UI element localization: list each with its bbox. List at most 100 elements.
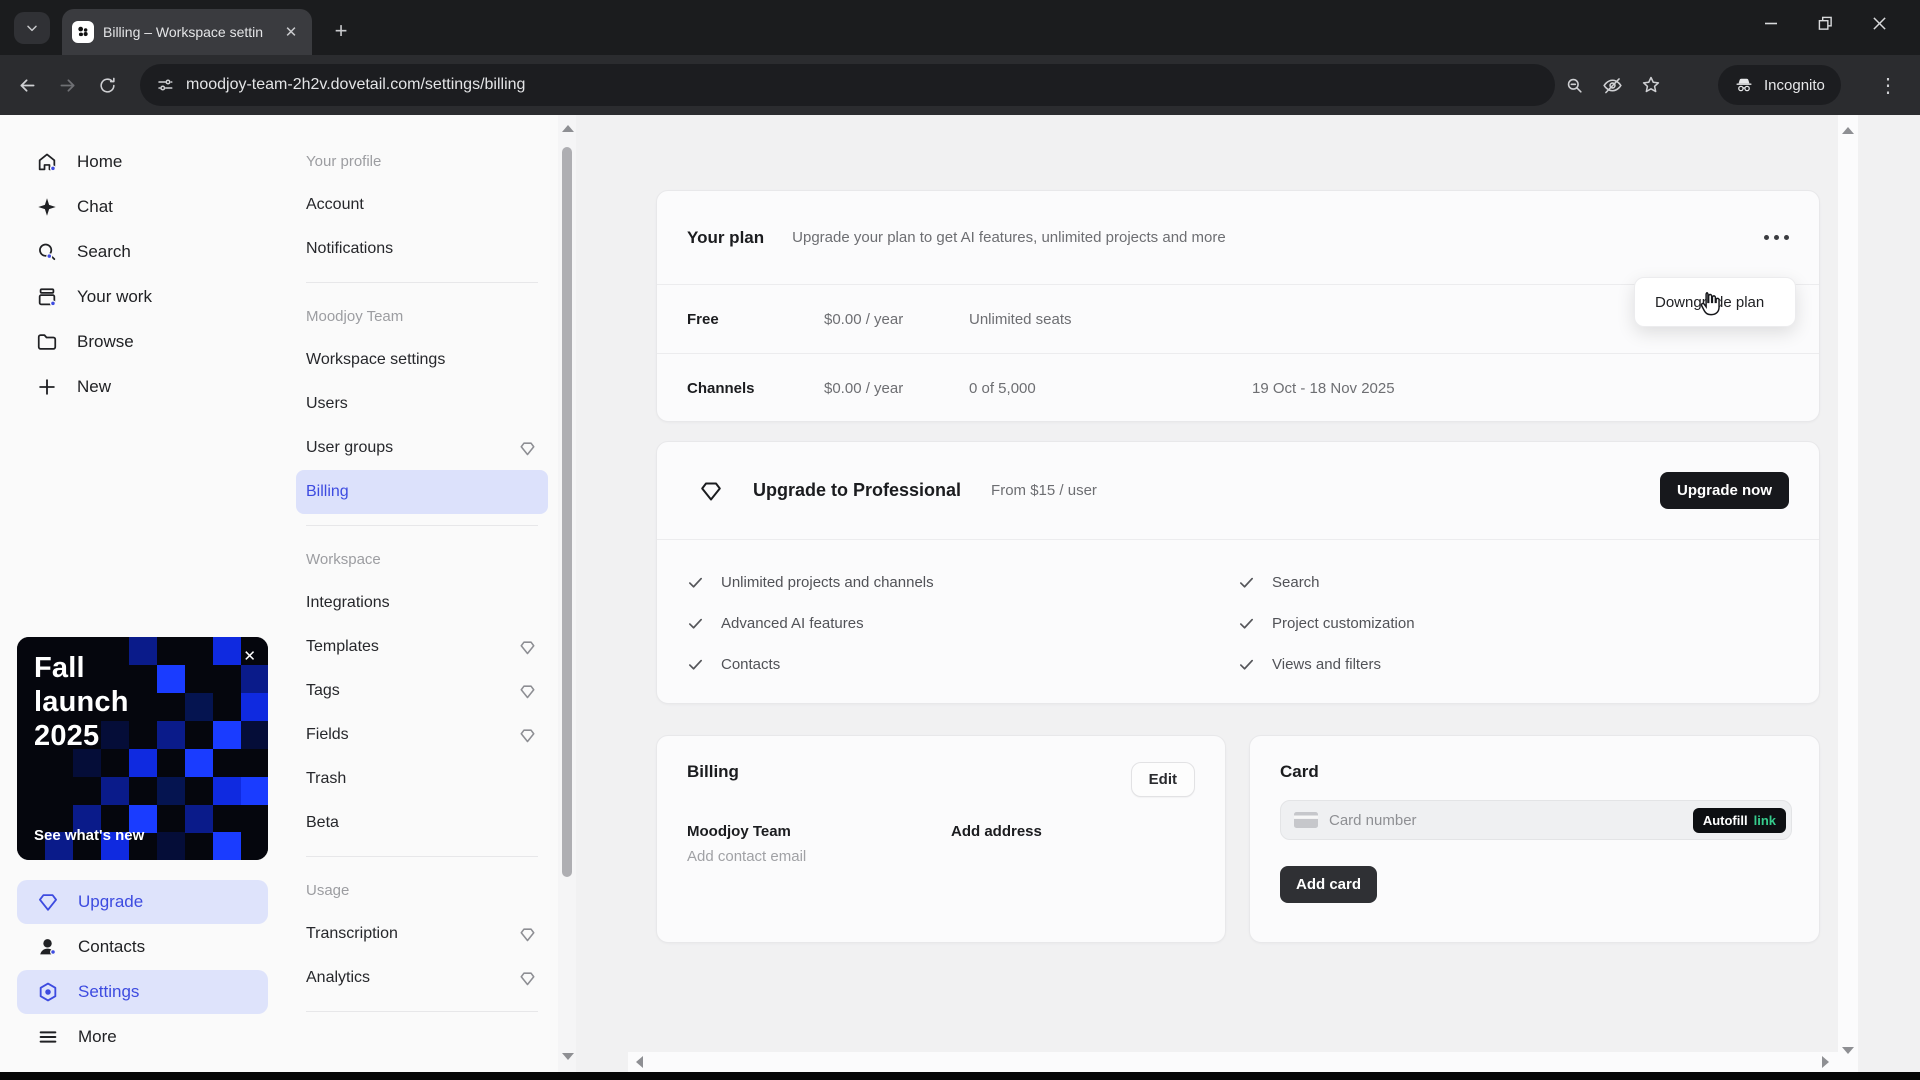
nav-item-billing[interactable]: Billing xyxy=(296,470,548,514)
bookmark-star-icon[interactable] xyxy=(1641,75,1661,95)
sidebar-item-label: Settings xyxy=(78,982,140,1001)
premium-gem-icon xyxy=(520,728,535,742)
add-card-button[interactable]: Add card xyxy=(1280,866,1378,903)
promo-link[interactable]: See what's new xyxy=(34,827,144,844)
billing-title: Billing xyxy=(687,762,739,781)
billing-team-name: Moodjoy Team xyxy=(687,823,791,840)
sidebar-item-search[interactable]: Search xyxy=(0,229,288,274)
reload-button[interactable] xyxy=(90,68,124,102)
window-close-button[interactable] xyxy=(1866,10,1892,36)
nav-item-templates[interactable]: Templates xyxy=(296,625,548,669)
back-arrow-icon xyxy=(20,78,34,92)
check-icon xyxy=(1239,618,1254,629)
zoom-icon[interactable] xyxy=(1565,76,1584,95)
card-number-input[interactable] xyxy=(1329,811,1693,829)
promo-title: Fall launch 2025 xyxy=(34,652,129,753)
nav-item-beta[interactable]: Beta xyxy=(296,801,548,845)
nav-scrollbar-thumb[interactable] xyxy=(562,147,572,877)
scroll-up-icon[interactable] xyxy=(562,125,574,132)
sparkle-icon xyxy=(38,197,56,216)
tab-search-button[interactable] xyxy=(14,12,50,44)
nav-scrollbar[interactable] xyxy=(558,115,576,1072)
browser-tab[interactable]: Billing – Workspace settings – D ✕ xyxy=(62,9,312,55)
payment-card: Card Autofill link Add card xyxy=(1249,735,1820,943)
nav-header-your-profile: Your profile xyxy=(306,152,382,170)
feature-item: Unlimited projects and channels xyxy=(687,562,1238,603)
credit-card-icon xyxy=(1294,812,1318,828)
card-number-field[interactable]: Autofill link xyxy=(1280,800,1792,840)
nav-item-notifications[interactable]: Notifications xyxy=(296,227,548,271)
sidebar-item-browse[interactable]: Browse xyxy=(0,319,288,364)
add-contact-email-link[interactable]: Add contact email xyxy=(687,848,1195,865)
scroll-right-icon[interactable] xyxy=(1822,1056,1829,1068)
add-address-link[interactable]: Add address xyxy=(951,823,1042,840)
sidebar-item-settings[interactable]: Settings xyxy=(17,970,268,1014)
nav-item-user-groups[interactable]: User groups xyxy=(296,426,548,470)
new-tab-button[interactable]: + xyxy=(326,16,356,46)
check-icon xyxy=(1239,577,1254,588)
sidebar-item-home[interactable]: Home xyxy=(0,139,288,184)
nav-item-integrations[interactable]: Integrations xyxy=(296,581,548,625)
premium-gem-icon xyxy=(520,640,535,654)
app-sidebar: Home Chat Search Your work Browse New Fa… xyxy=(0,115,288,1072)
forward-button[interactable] xyxy=(50,68,84,102)
nav-divider xyxy=(306,525,538,526)
window-bottom-edge xyxy=(0,1072,1920,1080)
plan-title: Your plan xyxy=(687,227,765,247)
premium-gem-icon xyxy=(520,684,535,698)
incognito-icon xyxy=(1736,78,1752,92)
sidebar-item-new[interactable]: New xyxy=(0,364,288,409)
nav-item-tags[interactable]: Tags xyxy=(296,669,548,713)
plan-subtitle: Upgrade your plan to get AI features, un… xyxy=(792,229,1226,246)
edit-billing-button[interactable]: Edit xyxy=(1130,762,1195,797)
scroll-left-icon[interactable] xyxy=(636,1056,643,1068)
upgrade-title: Upgrade to Professional xyxy=(753,480,962,500)
window-minimize-button[interactable] xyxy=(1758,10,1784,36)
card-title: Card xyxy=(1280,762,1319,781)
nav-item-workspace-settings[interactable]: Workspace settings xyxy=(296,338,548,382)
password-eye-off-icon[interactable] xyxy=(1602,75,1623,96)
main-vertical-scrollbar[interactable] xyxy=(1838,115,1858,1072)
settings-nav: Your profile Account Notifications Moodj… xyxy=(288,115,558,1072)
nav-item-transcription[interactable]: Transcription xyxy=(296,912,548,956)
sidebar-item-upgrade[interactable]: Upgrade xyxy=(17,880,268,924)
nav-item-analytics[interactable]: Analytics xyxy=(296,956,548,1000)
premium-gem-icon xyxy=(520,927,535,941)
scroll-down-icon[interactable] xyxy=(1842,1047,1854,1054)
promo-close-icon[interactable]: ✕ xyxy=(243,647,256,665)
scroll-down-icon[interactable] xyxy=(562,1053,574,1060)
app-page: Home Chat Search Your work Browse New Fa… xyxy=(0,115,1920,1072)
nav-item-fields[interactable]: Fields xyxy=(296,713,548,757)
ellipsis-icon xyxy=(1764,235,1769,240)
back-button[interactable] xyxy=(10,68,44,102)
main-horizontal-scrollbar[interactable] xyxy=(628,1052,1838,1072)
autofill-badge[interactable]: Autofill link xyxy=(1692,807,1786,833)
feature-item: Advanced AI features xyxy=(687,603,1238,644)
nav-divider xyxy=(306,1011,538,1012)
window-restore-button[interactable] xyxy=(1812,10,1838,36)
promo-card[interactable]: Fall launch 2025 ✕ See what's new xyxy=(17,637,268,860)
sidebar-item-contacts[interactable]: Contacts xyxy=(17,925,268,969)
sidebar-item-your-work[interactable]: Your work xyxy=(0,274,288,319)
check-icon xyxy=(688,618,703,629)
contacts-icon xyxy=(40,939,57,956)
upgrade-now-button[interactable]: Upgrade now xyxy=(1659,472,1789,509)
nav-item-users[interactable]: Users xyxy=(296,382,548,426)
scroll-up-icon[interactable] xyxy=(1842,127,1854,134)
nav-item-trash[interactable]: Trash xyxy=(296,757,548,801)
hamburger-icon xyxy=(39,1031,57,1043)
sidebar-item-more[interactable]: More xyxy=(17,1015,268,1059)
tab-close-icon[interactable]: ✕ xyxy=(280,21,302,43)
nav-header-team: Moodjoy Team xyxy=(306,307,404,325)
nav-item-account[interactable]: Account xyxy=(296,183,548,227)
browser-toolbar: moodjoy-team-2h2v.dovetail.com/settings/… xyxy=(0,55,1920,115)
gem-icon xyxy=(39,894,57,911)
address-bar[interactable]: moodjoy-team-2h2v.dovetail.com/settings/… xyxy=(140,64,1555,106)
feature-item: Search xyxy=(1238,562,1789,603)
incognito-label: Incognito xyxy=(1764,76,1825,94)
browser-menu-icon[interactable]: ⋮ xyxy=(1878,73,1898,98)
plan-menu-button[interactable] xyxy=(1764,235,1789,240)
sidebar-item-chat[interactable]: Chat xyxy=(0,184,288,229)
upgrade-card: Upgrade to Professional From $15 / user … xyxy=(656,441,1820,704)
chevron-down-icon xyxy=(27,25,37,32)
